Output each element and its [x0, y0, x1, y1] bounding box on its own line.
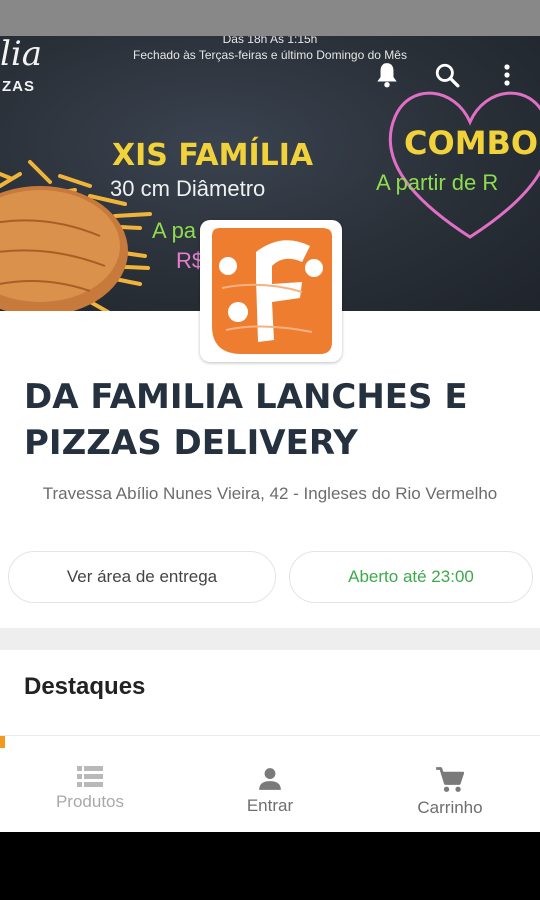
open-status-badge: Aberto até 23:00: [289, 551, 533, 603]
combos-title: COMBOS: [404, 124, 540, 162]
nav-login[interactable]: Entrar: [180, 748, 360, 832]
more-vert-icon[interactable]: [492, 60, 522, 90]
chalk-title: XIS FAMÍLIA: [112, 138, 314, 173]
search-icon[interactable]: [432, 60, 462, 90]
chalk-size: 30 cm Diâmetro: [110, 176, 266, 201]
bell-icon[interactable]: [372, 60, 402, 90]
highlights-heading: Destaques: [24, 673, 146, 700]
status-bar: [0, 0, 540, 36]
store-logo: [200, 220, 342, 362]
system-navigation-bar: [0, 832, 540, 900]
bottom-navigation: Produtos Entrar Carrinho: [0, 748, 540, 832]
nav-products[interactable]: Produtos: [0, 748, 180, 832]
nav-login-label: Entrar: [246, 796, 294, 815]
divider-line: [0, 735, 540, 736]
section-divider: [0, 628, 540, 650]
nav-cart[interactable]: Carrinho: [360, 748, 540, 832]
person-icon: [259, 768, 281, 790]
nav-cart-label: Carrinho: [417, 798, 483, 817]
cart-icon: [436, 767, 465, 792]
nav-products-label: Produtos: [55, 792, 125, 811]
top-actions: [372, 60, 522, 90]
brand-fragment-sub: ZAS: [2, 78, 35, 95]
store-address: Travessa Abílio Nunes Vieira, 42 - Ingle…: [42, 484, 498, 503]
hours-line-1: Das 18h As 1:15h: [222, 36, 318, 46]
combos-subtitle: A partir de R: [376, 170, 499, 195]
delivery-area-button[interactable]: Ver área de entrega: [8, 551, 276, 603]
store-name: DA FAMILIA LANCHES E PIZZAS DELIVERY: [24, 377, 468, 463]
list-icon: [77, 766, 103, 787]
chalk-price-partial: A pa: [152, 218, 197, 243]
